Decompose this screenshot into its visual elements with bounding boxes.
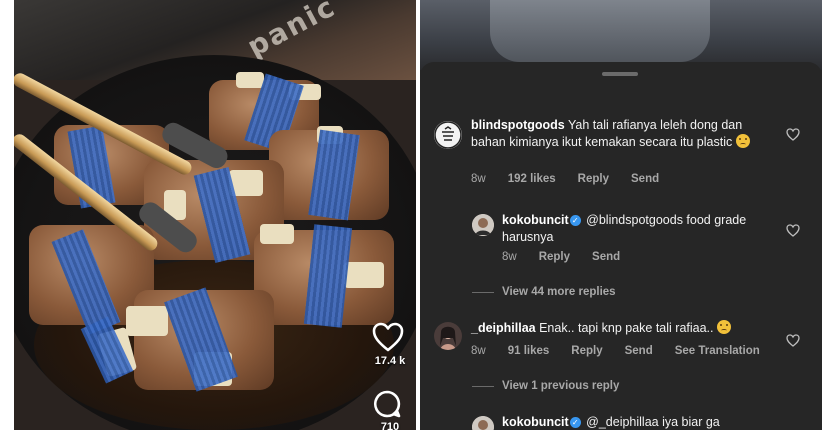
avatar[interactable] xyxy=(472,214,494,236)
comments-sheet[interactable]: blindspotgoods Yah tali rafianya leleh d… xyxy=(420,62,822,430)
send-button[interactable]: Send xyxy=(592,251,620,263)
comments-panel: blindspotgoods Yah tali rafianya leleh d… xyxy=(420,0,822,430)
comment-like-icon[interactable] xyxy=(786,224,800,237)
view-more-replies[interactable]: View 44 more replies xyxy=(472,286,616,298)
comment-text: kokobuncit ✓ @_deiphillaa iya biar ga xyxy=(502,414,772,430)
comment-meta: 8w 91 likes Reply Send See Translation xyxy=(471,345,782,357)
comment-likes[interactable]: 91 likes xyxy=(508,345,550,357)
comment-like-icon[interactable] xyxy=(786,334,800,347)
background-video xyxy=(420,0,822,70)
reply-button[interactable]: Reply xyxy=(539,251,570,263)
comment-likes[interactable]: 192 likes xyxy=(508,173,556,185)
sad-face-emoji xyxy=(735,134,750,148)
comment-username[interactable]: _deiphillaa xyxy=(471,321,536,335)
comment-text: _deiphillaa Enak.. tapi knp pake tali ra… xyxy=(471,320,771,337)
comment-icon[interactable] xyxy=(372,389,402,419)
comment-age: 8w xyxy=(471,345,486,357)
comment-body: @_deiphillaa iya biar ga xyxy=(586,415,720,429)
view-previous-reply[interactable]: View 1 previous reply xyxy=(472,380,619,392)
comment-meta: 8w 192 likes Reply Send xyxy=(471,173,681,185)
reply-button[interactable]: Reply xyxy=(571,345,602,357)
comment-username[interactable]: blindspotgoods xyxy=(471,118,565,132)
video-panel[interactable]: panic 17.4 k 710 xyxy=(14,0,416,430)
see-translation-button[interactable]: See Translation xyxy=(675,345,760,357)
comment-text: kokobuncit ✓ @blindspotgoods food grade h… xyxy=(502,212,772,246)
sheet-drag-handle[interactable] xyxy=(602,72,638,76)
reply-button[interactable]: Reply xyxy=(578,173,609,185)
comment-username[interactable]: kokobuncit xyxy=(502,415,569,429)
sad-face-emoji xyxy=(717,320,731,334)
likes-count: 17.4 k xyxy=(374,355,406,367)
avatar[interactable] xyxy=(434,121,462,149)
comment-text: blindspotgoods Yah tali rafianya leleh d… xyxy=(471,117,771,151)
send-button[interactable]: Send xyxy=(631,173,659,185)
avatar[interactable] xyxy=(434,322,462,350)
heart-icon[interactable] xyxy=(372,322,404,352)
verified-badge-icon: ✓ xyxy=(569,417,581,428)
comment-age: 8w xyxy=(502,251,517,263)
comment-body: Enak.. tapi knp pake tali rafiaa.. xyxy=(539,321,714,335)
comment-like-icon[interactable] xyxy=(786,128,800,141)
comments-count: 710 xyxy=(380,421,400,430)
send-button[interactable]: Send xyxy=(625,345,653,357)
comment-age: 8w xyxy=(471,173,486,185)
verified-badge-icon: ✓ xyxy=(569,215,581,226)
avatar[interactable] xyxy=(472,416,494,430)
comment-meta: 8w Reply Send xyxy=(502,251,642,263)
comment-username[interactable]: kokobuncit xyxy=(502,213,569,227)
